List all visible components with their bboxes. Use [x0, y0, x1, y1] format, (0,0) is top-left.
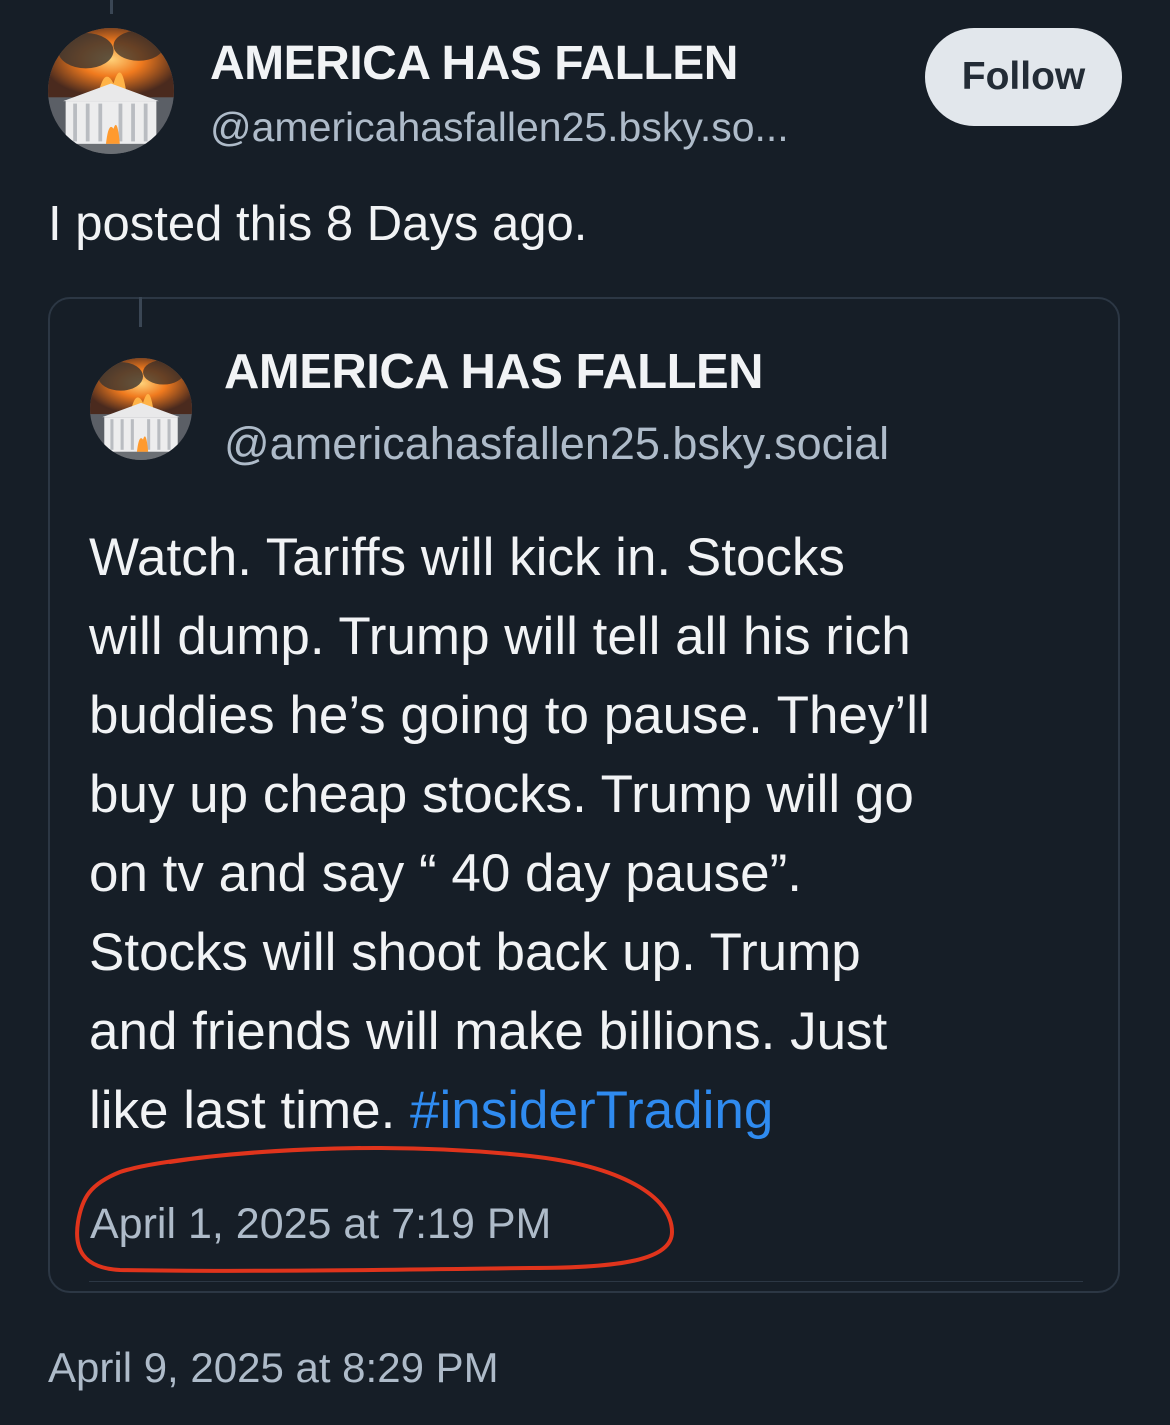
author-handle[interactable]: @americahasfallen25.bsky.so...: [210, 104, 789, 151]
quoted-post-line: Stocks will shoot back up. Trump: [89, 923, 861, 982]
quoted-post-line: will dump. Trump will tell all his rich: [89, 607, 911, 666]
author-avatar[interactable]: [48, 28, 174, 154]
burning-white-house-icon: [48, 28, 174, 154]
thread-connector-line: [110, 0, 113, 14]
burning-white-house-icon: [90, 358, 192, 460]
quoted-author-avatar[interactable]: [90, 358, 192, 460]
quoted-thread-connector-line: [139, 297, 142, 327]
follow-button[interactable]: Follow: [925, 28, 1122, 126]
quoted-post-line: on tv and say “ 40 day pause”.: [89, 844, 802, 903]
quoted-post-body: Watch. Tariffs will kick in. Stocks will…: [89, 518, 1099, 1150]
quoted-author-handle[interactable]: @americahasfallen25.bsky.social: [224, 418, 889, 470]
quoted-post-line: buy up cheap stocks. Trump will go: [89, 765, 914, 824]
quoted-post-divider: [89, 1281, 1083, 1282]
author-name[interactable]: AMERICA HAS FALLEN: [210, 36, 738, 91]
quoted-post-line: and friends will make billions. Just: [89, 1002, 888, 1061]
quoted-post-last-line: like last time. #insiderTrading: [89, 1071, 1099, 1150]
quoted-post-line: buddies he’s going to pause. They’ll: [89, 686, 930, 745]
quoted-post-line-text: like last time.: [89, 1081, 396, 1140]
post-text: I posted this 8 Days ago.: [48, 197, 588, 251]
hashtag-link[interactable]: #insiderTrading: [410, 1081, 773, 1140]
quoted-post-timestamp[interactable]: April 1, 2025 at 7:19 PM: [90, 1200, 551, 1249]
quoted-author-name[interactable]: AMERICA HAS FALLEN: [224, 344, 764, 400]
quoted-post-line: Watch. Tariffs will kick in. Stocks: [89, 528, 845, 587]
post-timestamp[interactable]: April 9, 2025 at 8:29 PM: [48, 1344, 499, 1392]
